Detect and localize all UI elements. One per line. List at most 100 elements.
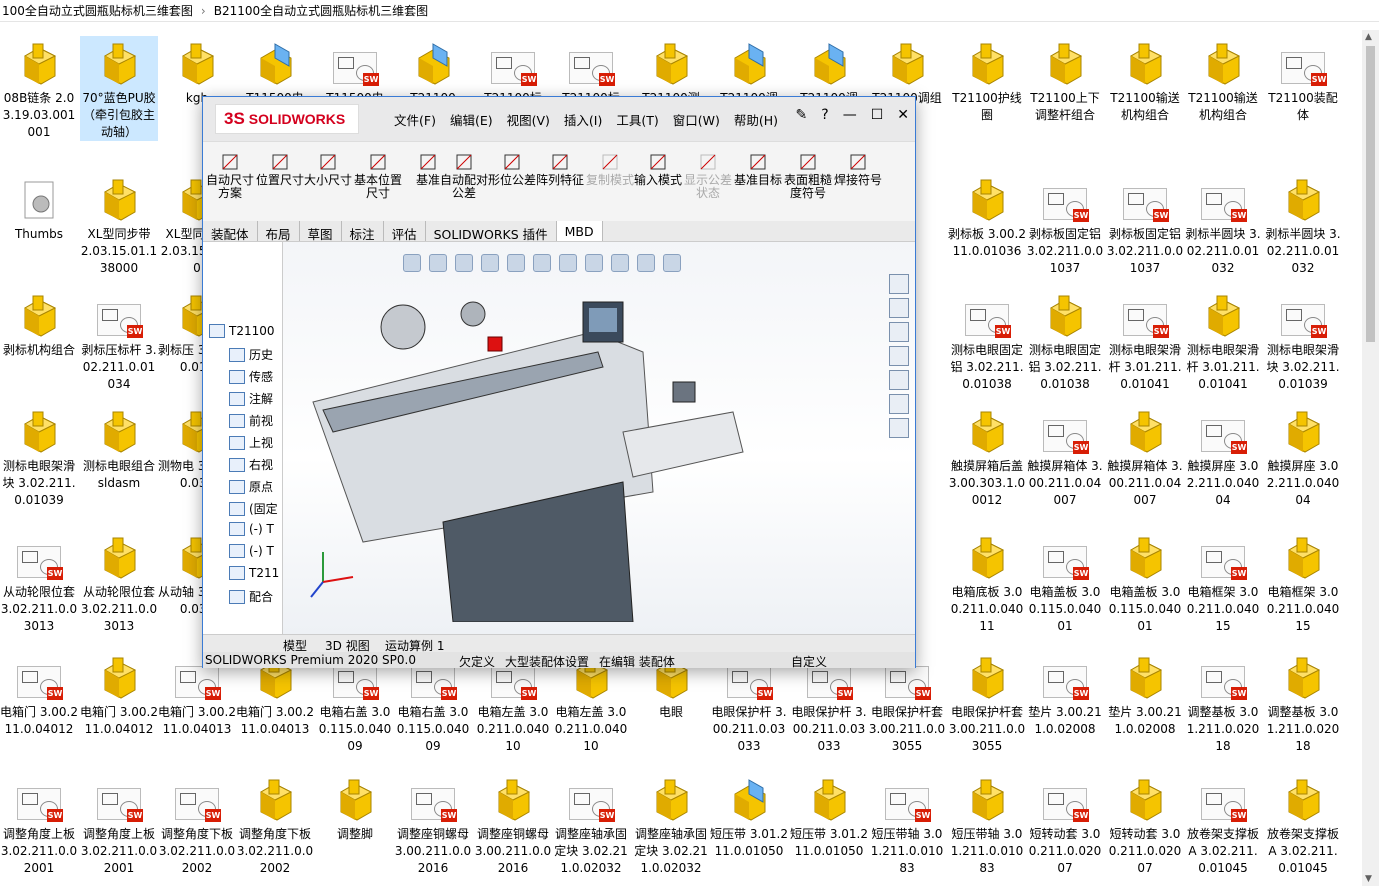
sw-title-bar[interactable]: 3S SOLIDWORKS 文件(F) 编辑(E) 视图(V) 插入(I) 工具(T) 窗口… [203,97,915,141]
ribbon-button[interactable]: 焊接符号 [833,152,883,187]
file-item[interactable]: SW 剥标半圆块 3.02.211.0.01032 [1184,172,1262,277]
file-item[interactable]: 电箱门 3.00.211.0.04012 [80,650,158,738]
file-item[interactable]: T21100上下调整杆组合 [1026,36,1104,124]
file-item[interactable]: 70°蓝色PU胶（牵引包胶主动轴） [80,36,158,141]
menu-item[interactable]: 文件(F) [387,110,443,129]
tree-node[interactable]: 配合 [229,588,273,605]
file-item[interactable]: SW 剥标板固定铝 3.02.211.0.01037 [1026,172,1104,277]
file-item[interactable]: SW 电箱框架 3.00.211.0.04015 [1184,530,1262,635]
zoom-fit-icon[interactable] [403,254,421,272]
file-item[interactable]: SW 剥标板固定铝 3.02.211.0.01037 [1106,172,1184,277]
ribbon-button[interactable]: 表面粗糙度符号 [783,152,833,200]
view-palette-icon[interactable] [889,346,909,366]
breadcrumb-part1[interactable]: 100全自动立式圆瓶贴标机三维套图 [0,2,195,19]
command-tab[interactable]: SOLIDWORKS 插件 [426,221,557,242]
breadcrumb-separator[interactable]: › [195,4,212,18]
breadcrumb-part2[interactable]: B21100全自动立式圆瓶贴标机三维套图 [212,2,430,19]
file-item[interactable]: 电箱盖板 3.00.115.0.04001 [1106,530,1184,635]
scroll-down-icon[interactable]: ▼ [1365,874,1372,884]
vertical-scrollbar[interactable]: ▲ ▼ [1362,30,1379,886]
file-item[interactable]: T21100输送机构组合 [1184,36,1262,124]
home-icon[interactable] [889,274,909,294]
scene-icon[interactable] [637,254,655,272]
tree-node[interactable]: 上视 [229,434,273,451]
dynamic-annotation-icon[interactable] [507,254,525,272]
command-tab[interactable]: 草图 [300,221,342,242]
menu-item[interactable]: 插入(I) [557,110,609,129]
file-item[interactable]: 从动轮限位套 3.02.211.0.03013 [80,530,158,635]
file-item[interactable]: 垫片 3.00.211.0.02008 [1106,650,1184,738]
file-item[interactable]: SW 短压带轴 3.01.211.0.01083 [868,772,946,877]
file-item[interactable]: 短压带 3.01.211.0.01050 [710,772,788,860]
command-tab[interactable]: 布局 [258,221,300,242]
ribbon-button[interactable]: 基本位置尺寸 [353,152,403,200]
file-item[interactable]: 触摸屏箱体 3.00.211.0.04007 [1106,404,1184,509]
file-item[interactable]: 调整脚 [316,772,394,843]
file-item[interactable]: 电箱底板 3.00.211.0.04011 [948,530,1026,635]
file-item[interactable]: 短压带 3.01.211.0.01050 [790,772,868,860]
file-item[interactable]: 放卷架支撑板A 3.02.211.0.01045 [1264,772,1342,877]
scroll-up-icon[interactable]: ▲ [1365,32,1372,42]
file-item[interactable]: 触摸屏座 3.02.211.0.04004 [1264,404,1342,509]
file-item[interactable]: 调整座轴承固定块 3.02.211.0.02032 [632,772,710,877]
file-item[interactable]: SW 测标电眼架滑杆 3.01.211.0.01041 [1106,288,1184,393]
previous-view-icon[interactable] [455,254,473,272]
scroll-thumb[interactable] [1366,46,1375,342]
tree-node[interactable]: (固定 [229,500,278,517]
ribbon-button[interactable]: 基准目标 [733,152,783,187]
tree-node[interactable]: 传感 [229,368,273,385]
maximize-icon[interactable]: ☐ [871,107,884,123]
menu-item[interactable]: 工具(T) [609,110,665,129]
tree-node[interactable]: 原点 [229,478,273,495]
file-item[interactable]: SW 放卷架支撑板A 3.02.211.0.01045 [1184,772,1262,877]
command-tab[interactable]: 标注 [342,221,384,242]
close-icon[interactable]: ✕ [897,107,909,123]
file-item[interactable]: SW 调整座铜螺母 3.00.211.0.02016 [394,772,472,877]
custom-properties-icon[interactable] [889,394,909,414]
design-library-icon[interactable] [889,298,909,318]
command-tab[interactable]: 装配体 [203,221,258,242]
file-item[interactable]: T21100护线圈 [948,36,1026,124]
section-view-icon[interactable] [481,254,499,272]
view-orientation-icon[interactable] [533,254,551,272]
file-item[interactable]: XL型同步带 2.03.15.01.138000 [80,172,158,277]
file-item[interactable]: SW 剥标压标杆 3.02.211.0.01034 [80,288,158,393]
file-item[interactable]: SW 调整角度下板 3.02.211.0.02002 [158,772,236,877]
tree-node[interactable]: 历史 [229,346,273,363]
file-item[interactable]: SW 触摸屏箱体 3.00.211.0.04007 [1026,404,1104,509]
file-item[interactable]: 剥标板 3.00.211.0.01036 [948,172,1026,260]
tree-node[interactable]: 注解 [229,390,273,407]
file-item[interactable]: 触摸屏箱后盖 3.00.303.1.00012 [948,404,1026,509]
ribbon-button[interactable]: 位置尺寸 [255,152,305,187]
zoom-area-icon[interactable] [429,254,447,272]
file-item[interactable]: 调整角度下板 3.02.211.0.02002 [236,772,314,877]
forum-icon[interactable] [889,418,909,438]
file-item[interactable]: 测标电眼固定铝 3.02.211.0.01038 [1026,288,1104,393]
tree-node[interactable]: T21100 [209,324,275,338]
menu-item[interactable]: 视图(V) [500,110,557,129]
view-settings-icon[interactable] [663,254,681,272]
tree-node[interactable]: 右视 [229,456,273,473]
tree-node[interactable]: 前视 [229,412,273,429]
file-item[interactable]: SW 从动轮限位套 3.02.211.0.03013 [0,530,78,635]
ribbon-button[interactable]: 输入模式 [633,152,683,187]
menu-item[interactable]: 编辑(E) [443,110,500,129]
file-item[interactable]: SW 电箱门 3.00.211.0.04012 [0,650,78,738]
file-item[interactable]: SW 触摸屏座 3.02.211.0.04004 [1184,404,1262,509]
file-item[interactable]: SW 测标电眼固定铝 3.02.211.0.01038 [948,288,1026,393]
tree-node[interactable]: (-) T [229,522,274,536]
hide-show-icon[interactable] [585,254,603,272]
file-item[interactable]: 调整基板 3.01.211.0.02018 [1264,650,1342,755]
menu-item[interactable]: 窗口(W) [666,110,727,129]
menu-item[interactable]: 帮助(H) [727,110,785,129]
appearance-icon[interactable] [611,254,629,272]
minimize-icon[interactable]: — [843,107,857,123]
file-item[interactable]: SW 测标电眼架滑块 3.02.211.0.01039 [1264,288,1342,393]
command-tab[interactable]: MBD [556,221,603,241]
ribbon-button[interactable]: 自动配对公差 [439,152,489,200]
tree-node[interactable]: T211 [229,566,279,580]
file-item[interactable]: SW 电箱盖板 3.00.115.0.04001 [1026,530,1104,635]
file-item[interactable]: 测标电眼组合sldasm [80,404,158,492]
file-item[interactable]: 短转动套 3.00.211.0.02007 [1106,772,1184,877]
appearances-icon[interactable] [889,370,909,390]
